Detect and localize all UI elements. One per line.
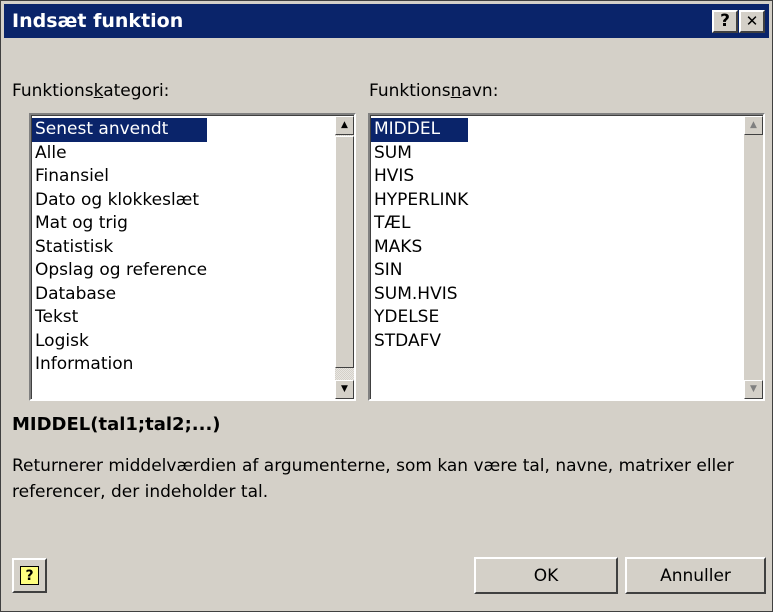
ok-button[interactable]: OK	[474, 557, 618, 594]
scroll-up-button-disabled: ▲	[744, 116, 763, 135]
category-label: Funktionskategori:	[12, 81, 169, 101]
category-label-part1: Funktions	[12, 81, 94, 101]
function-name-label-accel: n	[450, 81, 462, 101]
triangle-up-icon: ▲	[341, 120, 348, 130]
function-name-list-item[interactable]: TÆL	[371, 212, 468, 236]
category-list-item[interactable]: Information	[32, 353, 207, 377]
function-name-list-item[interactable]: SUM	[371, 142, 468, 166]
category-list-item[interactable]: Opslag og reference	[32, 259, 207, 283]
function-name-list-item[interactable]: HYPERLINK	[371, 189, 468, 213]
category-list-item[interactable]: Dato og klokkeslæt	[32, 189, 207, 213]
window-title: Indsæt funktion	[12, 10, 184, 32]
category-list-item[interactable]: Statistisk	[32, 236, 207, 260]
category-label-part2: ategori:	[103, 81, 170, 101]
help-button[interactable]: ?	[12, 558, 47, 593]
function-name-label-part1: Funktions	[369, 81, 451, 101]
function-name-label-part2: avn:	[461, 81, 499, 101]
function-name-list-item[interactable]: STDAFV	[371, 330, 468, 354]
scroll-up-button[interactable]: ▲	[335, 116, 354, 135]
triangle-down-icon: ▼	[750, 384, 757, 394]
cancel-button[interactable]: Annuller	[625, 557, 766, 594]
category-listbox[interactable]: Senest anvendt Alle Finansiel Dato og klokk…	[29, 113, 356, 401]
triangle-down-icon: ▼	[341, 384, 348, 394]
category-list-item[interactable]: Database	[32, 283, 207, 307]
close-button[interactable]: ✕	[739, 10, 765, 33]
category-list-item[interactable]: Senest anvendt	[32, 118, 208, 142]
category-list: Senest anvendt Alle Finansiel Dato og klokk…	[32, 118, 208, 377]
function-name-list-item[interactable]: MAKS	[371, 236, 468, 260]
question-mark-icon: ?	[720, 11, 730, 31]
function-name-label: Funktionsnavn:	[369, 81, 498, 101]
help-title-button[interactable]: ?	[712, 10, 738, 33]
title-bar[interactable]: Indsæt funktion ? ✕	[4, 4, 769, 38]
function-name-list-item[interactable]: HVIS	[371, 165, 468, 189]
function-name-list-item[interactable]: SUM.HVIS	[371, 283, 468, 307]
function-name-list-item[interactable]: MIDDEL	[371, 118, 469, 142]
category-list-item[interactable]: Tekst	[32, 306, 207, 330]
function-signature: MIDDEL(tal1;tal2;...)	[12, 414, 221, 435]
scroll-thumb[interactable]	[335, 136, 354, 368]
category-label-accel: k	[93, 81, 104, 101]
category-list-item[interactable]: Mat og trig	[32, 212, 207, 236]
insert-function-dialog: Indsæt funktion ? ✕ Funktionskategori: F…	[0, 0, 773, 612]
function-name-list: MIDDEL SUM HVIS HYPERLINK TÆL MAKS SIN SUM.HVIS…	[371, 118, 469, 354]
category-list-item[interactable]: Alle	[32, 142, 207, 166]
function-name-listbox[interactable]: MIDDEL SUM HVIS HYPERLINK TÆL MAKS SIN SUM.HVIS…	[368, 113, 765, 401]
function-scrollbar: ▲ ▼	[744, 116, 763, 399]
scroll-down-button-disabled: ▼	[744, 380, 763, 399]
triangle-up-icon: ▲	[750, 120, 757, 130]
scroll-down-button[interactable]: ▼	[335, 380, 354, 399]
function-name-list-item[interactable]: SIN	[371, 259, 468, 283]
help-icon: ?	[20, 566, 39, 585]
close-icon: ✕	[745, 12, 759, 30]
function-description: Returnerer middelværdien af argumenterne…	[12, 456, 734, 502]
function-name-list-item[interactable]: YDELSE	[371, 306, 468, 330]
category-list-item[interactable]: Finansiel	[32, 165, 207, 189]
category-list-item[interactable]: Logisk	[32, 330, 207, 354]
category-scrollbar[interactable]: ▲ ▼	[335, 116, 354, 399]
